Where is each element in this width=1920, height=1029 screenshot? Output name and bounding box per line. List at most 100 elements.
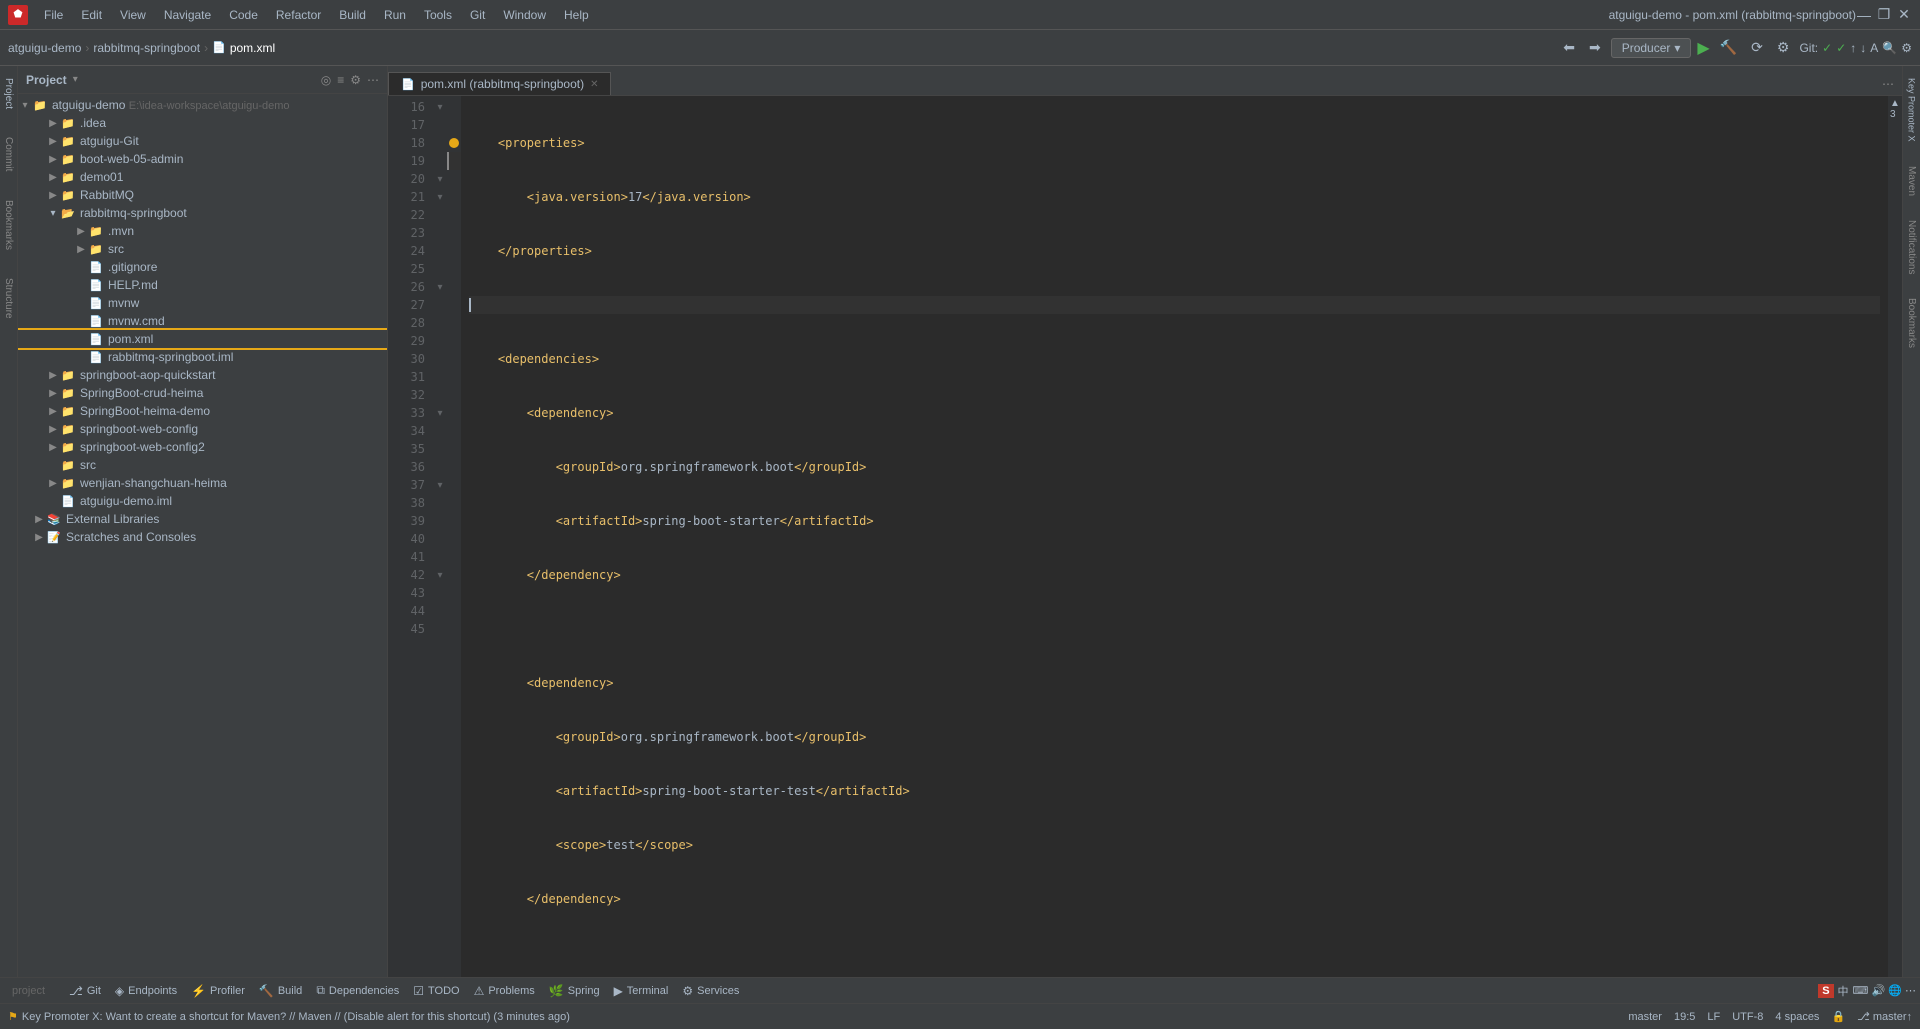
project-tab-label: project <box>12 985 45 997</box>
bookmarks-edge-tab[interactable]: Bookmarks <box>1 196 16 254</box>
tree-root[interactable]: ▾ 📁 atguigu-demo E:\idea-workspace\atgui… <box>18 96 387 114</box>
settings-icon[interactable]: ⚙ <box>350 73 361 87</box>
menu-view[interactable]: View <box>112 6 154 24</box>
file-encoding[interactable]: UTF-8 <box>1732 1011 1763 1023</box>
services-tool[interactable]: ⚙ Services <box>676 982 745 1000</box>
editor-tab-pomxml[interactable]: 📄 pom.xml (rabbitmq-springboot) ✕ <box>388 72 611 95</box>
fold-33[interactable]: ▾ <box>433 404 447 422</box>
tab-more-button[interactable]: ⋯ <box>1874 73 1902 95</box>
tree-heima[interactable]: ▶ 📁 SpringBoot-heima-demo <box>18 402 387 420</box>
git-tool[interactable]: ⎇ Git <box>63 982 107 1000</box>
producer-button[interactable]: Producer ▾ <box>1611 38 1692 58</box>
tree-idea[interactable]: ▶ 📁 .idea <box>18 114 387 132</box>
mg-40 <box>447 530 461 548</box>
profiler-tool[interactable]: ⚡ Profiler <box>185 982 251 1000</box>
menu-tools[interactable]: Tools <box>416 6 460 24</box>
tab-close-button[interactable]: ✕ <box>590 79 598 90</box>
maven-tab[interactable]: Maven <box>1904 162 1919 200</box>
main-layout: Project Commit Bookmarks Structure Proje… <box>0 66 1920 977</box>
code-content[interactable]: <properties> <java.version>17</java.vers… <box>461 96 1888 977</box>
locate-icon[interactable]: ◎ <box>321 73 331 87</box>
tree-src[interactable]: ▶ 📁 src <box>18 240 387 258</box>
tree-demo-iml[interactable]: 📄 atguigu-demo.iml <box>18 492 387 510</box>
indent-info[interactable]: 4 spaces <box>1775 1011 1819 1023</box>
line-num-42: 42 <box>388 566 425 584</box>
fold-37[interactable]: ▾ <box>433 476 447 494</box>
tree-mvnw[interactable]: 📄 mvnw <box>18 294 387 312</box>
mg-44 <box>447 602 461 620</box>
tree-pomxml[interactable]: 📄 pom.xml <box>18 330 387 348</box>
tree-aop[interactable]: ▶ 📁 springboot-aop-quickstart <box>18 366 387 384</box>
menu-help[interactable]: Help <box>556 6 597 24</box>
forward-button[interactable]: ➡ <box>1585 37 1605 58</box>
menu-window[interactable]: Window <box>495 6 554 24</box>
fold-26[interactable]: ▾ <box>433 278 447 296</box>
menu-refactor[interactable]: Refactor <box>268 6 329 24</box>
close-button[interactable]: ✕ <box>1896 7 1912 23</box>
fold-42[interactable]: ▾ <box>433 566 447 584</box>
tree-wenjian[interactable]: ▶ 📁 wenjian-shangchuan-heima <box>18 474 387 492</box>
menu-run[interactable]: Run <box>376 6 414 24</box>
menu-build[interactable]: Build <box>331 6 374 24</box>
back-button[interactable]: ⬅ <box>1559 37 1579 58</box>
git-check1: ✓ <box>1822 41 1832 55</box>
fold-21[interactable]: ▾ <box>433 188 447 206</box>
menu-code[interactable]: Code <box>221 6 266 24</box>
git-branch[interactable]: master <box>1628 1011 1662 1023</box>
todo-tool[interactable]: ☑ TODO <box>407 982 465 1000</box>
sogou-icon: S <box>1818 984 1833 998</box>
tree-web-config2[interactable]: ▶ 📁 springboot-web-config2 <box>18 438 387 456</box>
tree-rabbitmq-springboot[interactable]: ▾ 📂 rabbitmq-springboot <box>18 204 387 222</box>
tree-external-libs[interactable]: ▶ 📚 External Libraries <box>18 510 387 528</box>
tree-rabbitmq[interactable]: ▶ 📁 RabbitMQ <box>18 186 387 204</box>
menu-navigate[interactable]: Navigate <box>156 6 219 24</box>
tree-crud[interactable]: ▶ 📁 SpringBoot-crud-heima <box>18 384 387 402</box>
line-num-39: 39 <box>388 512 425 530</box>
structure-edge-tab[interactable]: Structure <box>1 274 16 323</box>
fold-20[interactable]: ▾ <box>433 170 447 188</box>
fold-16[interactable]: ▾ <box>433 98 447 116</box>
line-ending[interactable]: LF <box>1707 1011 1720 1023</box>
tree-helpmd[interactable]: 📄 HELP.md <box>18 276 387 294</box>
tree-boot-web[interactable]: ▶ 📁 boot-web-05-admin <box>18 150 387 168</box>
breadcrumb-file[interactable]: pom.xml <box>230 41 275 55</box>
dependencies-tool[interactable]: ⧉ Dependencies <box>310 981 405 1000</box>
tree-demo01[interactable]: ▶ 📁 demo01 <box>18 168 387 186</box>
tree-web-config[interactable]: ▶ 📁 springboot-web-config <box>18 420 387 438</box>
more-icon[interactable]: ⋯ <box>367 73 379 87</box>
app-icon: ⬟ <box>8 5 28 25</box>
breadcrumb-root[interactable]: atguigu-demo <box>8 41 81 55</box>
build-tool[interactable]: 🔨 Build <box>253 982 308 1000</box>
spring-tool[interactable]: 🌿 Spring <box>543 982 606 1000</box>
minimize-button[interactable]: — <box>1856 7 1872 23</box>
project-edge-tab[interactable]: Project <box>1 74 16 113</box>
mg-37 <box>447 476 461 494</box>
run-button[interactable]: ▶ <box>1697 38 1709 58</box>
tree-root-src[interactable]: 📁 src <box>18 456 387 474</box>
key-promoter-tab[interactable]: Key Promoter X <box>1905 74 1919 146</box>
mg-33 <box>447 404 461 422</box>
endpoints-tool[interactable]: ◈ Endpoints <box>109 982 183 1000</box>
tree-iml[interactable]: 📄 rabbitmq-springboot.iml <box>18 348 387 366</box>
notifications-tab[interactable]: Notifications <box>1904 216 1919 278</box>
breadcrumb-module[interactable]: rabbitmq-springboot <box>93 41 200 55</box>
terminal-tool[interactable]: ▶ Terminal <box>608 982 675 1000</box>
menu-file[interactable]: File <box>36 6 71 24</box>
bookmarks-tab[interactable]: Bookmarks <box>1904 294 1919 352</box>
maximize-button[interactable]: ❐ <box>1876 7 1892 23</box>
menu-edit[interactable]: Edit <box>73 6 110 24</box>
tree-gitignore[interactable]: 📄 .gitignore <box>18 258 387 276</box>
tree-mvnwcmd[interactable]: 📄 mvnw.cmd <box>18 312 387 330</box>
commit-edge-tab[interactable]: Commit <box>1 133 16 175</box>
problems-tool[interactable]: ⚠ Problems <box>468 982 541 1000</box>
tree-scratches[interactable]: ▶ 📝 Scratches and Consoles <box>18 528 387 546</box>
collapse-icon[interactable]: ≡ <box>337 73 344 87</box>
menu-git[interactable]: Git <box>462 6 493 24</box>
left-edge-tabs: Project Commit Bookmarks Structure <box>0 66 18 977</box>
project-dropdown-icon[interactable]: ▾ <box>73 74 78 85</box>
build-button[interactable]: 🔨 <box>1716 37 1741 58</box>
tree-mvn[interactable]: ▶ 📁 .mvn <box>18 222 387 240</box>
sync-button[interactable]: ⟳ <box>1747 37 1767 58</box>
tree-atguigu-git[interactable]: ▶ 📁 atguigu-Git <box>18 132 387 150</box>
settings-button[interactable]: ⚙ <box>1773 37 1794 58</box>
